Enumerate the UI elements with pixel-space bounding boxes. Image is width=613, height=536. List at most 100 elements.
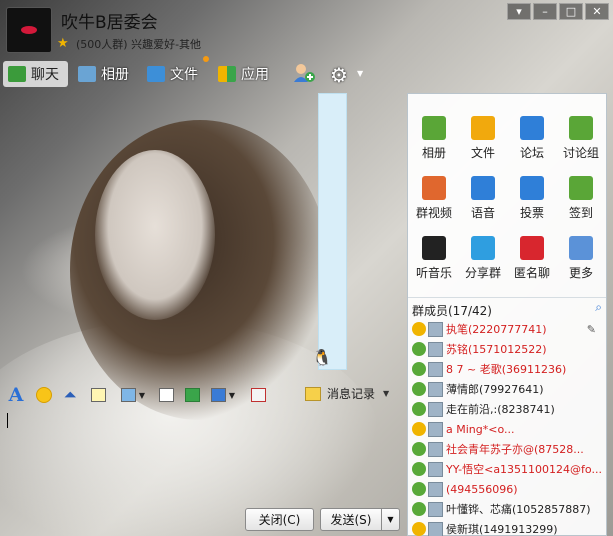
app-forum[interactable]: 论坛	[507, 104, 557, 164]
member-row[interactable]: 苏铭(1571012522)	[408, 339, 606, 359]
member-role-icon	[412, 442, 426, 456]
app-label: 语音	[470, 206, 495, 220]
music-icon[interactable]	[182, 385, 202, 405]
edit-icon[interactable]: ✎	[587, 323, 596, 336]
emoji-icon[interactable]	[34, 385, 54, 405]
member-row[interactable]: 8 7 ~ 老歌(36911236)	[408, 359, 606, 379]
member-row[interactable]: 执笔(2220777741) ✎	[408, 319, 606, 339]
member-avatar	[428, 341, 443, 357]
apps-grid-icon	[218, 66, 236, 82]
invite-member-icon[interactable]	[292, 62, 316, 84]
star-icon: ★	[57, 36, 69, 51]
block-icon[interactable]	[246, 385, 270, 405]
search-icon[interactable]: ⌕	[595, 300, 602, 315]
maximize-icon[interactable]: □	[559, 3, 583, 20]
app-label: 更多	[568, 266, 593, 280]
send-image-icon[interactable]: ▼	[118, 385, 148, 405]
app-video[interactable]: 群视频	[409, 164, 459, 224]
chevron-down-icon[interactable]: ▼	[383, 389, 389, 398]
member-avatar	[428, 521, 443, 536]
member-name: 走在前沿,:(8238741)	[446, 403, 555, 416]
member-name: 社会青年苏子亦@(87528...	[446, 443, 584, 456]
member-avatar	[428, 421, 443, 437]
music-icon	[422, 236, 446, 260]
window-header: 吹牛B居委会 ★ (500人群) 兴趣爱好-其他 ▾ – □ ✕	[0, 0, 613, 58]
group-description: (500人群) 兴趣爱好-其他	[76, 38, 202, 51]
member-name: 8 7 ~ 老歌(36911236)	[446, 363, 567, 376]
group-side-panel: 相册 文件 论坛 讨论组群视频 语音 投票 签到听音乐 分享群 匿名聊 更多 群成员(17/42)…	[407, 93, 607, 536]
vote-icon	[520, 176, 544, 200]
members-title: 群成员(17/42)	[412, 304, 492, 318]
member-list[interactable]: 执笔(2220777741) ✎ 苏铭(1571012522) 8 7 ~ 老歌(36…	[408, 319, 606, 536]
note-icon[interactable]	[156, 385, 176, 405]
app-music[interactable]: 听音乐	[409, 224, 459, 284]
discussion-icon	[569, 116, 593, 140]
member-row[interactable]: 社会青年苏子亦@(87528...	[408, 439, 606, 459]
app-label: 分享群	[464, 266, 501, 280]
app-discussion[interactable]: 讨论组	[556, 104, 606, 164]
send-button[interactable]: 发送(S)	[320, 508, 382, 531]
menu-icon[interactable]: ▾	[507, 3, 531, 20]
member-row[interactable]: a Ming*<o...	[408, 419, 606, 439]
app-label: 论坛	[519, 146, 544, 160]
shake-window-icon[interactable]: ⏶	[60, 385, 80, 405]
chevron-down-icon[interactable]: ▼	[357, 69, 363, 78]
gear-icon[interactable]: ⚙	[330, 63, 348, 87]
member-avatar	[428, 381, 443, 397]
member-row[interactable]: YY-悟空<a1351100124@fo...	[408, 459, 606, 479]
background-photo-face	[95, 150, 215, 320]
member-row[interactable]: 叶懂铧、芯痛(1052857887)	[408, 499, 606, 519]
video-icon	[422, 176, 446, 200]
group-name[interactable]: 吹牛B居委会	[61, 8, 158, 33]
tab-label: 聊天	[31, 67, 59, 83]
member-row[interactable]: 薄情郎(79927641)	[408, 379, 606, 399]
app-vote[interactable]: 投票	[507, 164, 557, 224]
close-button[interactable]: 关闭(C)	[245, 508, 314, 531]
member-role-icon	[412, 382, 426, 396]
group-avatar[interactable]	[6, 7, 52, 53]
members-header: 群成员(17/42) ⌕	[408, 297, 606, 320]
tab-album[interactable]: 相册	[78, 61, 129, 87]
app-label: 听音乐	[415, 266, 452, 280]
member-role-icon	[412, 502, 426, 516]
member-avatar	[428, 401, 443, 417]
message-scrollbar[interactable]	[318, 93, 347, 370]
folder-icon	[471, 116, 495, 140]
app-share[interactable]: 分享群	[458, 224, 508, 284]
doodle-icon[interactable]	[88, 385, 108, 405]
member-row[interactable]: 走在前沿,:(8238741)	[408, 399, 606, 419]
font-icon[interactable]: A	[6, 384, 26, 406]
app-label: 投票	[519, 206, 544, 220]
tab-files[interactable]: 文件	[147, 61, 198, 87]
app-label: 群视频	[415, 206, 452, 220]
screenshot-icon[interactable]: ▼	[208, 385, 238, 405]
app-album[interactable]: 相册	[409, 104, 459, 164]
member-avatar	[428, 501, 443, 517]
tab-apps[interactable]: 应用	[218, 61, 269, 87]
member-avatar	[428, 461, 443, 477]
app-checkin[interactable]: 签到	[556, 164, 606, 224]
message-input[interactable]	[0, 408, 405, 504]
app-folder[interactable]: 文件	[458, 104, 508, 164]
member-role-icon	[412, 522, 426, 536]
app-voice[interactable]: 语音	[458, 164, 508, 224]
member-name: 执笔(2220777741)	[446, 323, 547, 336]
send-options-button[interactable]: ▼	[382, 508, 400, 531]
close-icon[interactable]: ✕	[585, 3, 609, 20]
app-more[interactable]: 更多	[556, 224, 606, 284]
member-row[interactable]: 侯新琪(1491913299)	[408, 519, 606, 536]
member-avatar	[428, 361, 443, 377]
history-button[interactable]: 消息记录 ▼	[305, 385, 389, 402]
minimize-icon[interactable]: –	[533, 3, 557, 20]
member-name: a Ming*<o...	[446, 422, 515, 436]
voice-icon	[471, 176, 495, 200]
member-role-icon	[412, 462, 426, 476]
member-name: 薄情郎(79927641)	[446, 383, 544, 396]
app-anonymous[interactable]: 匿名聊	[507, 224, 557, 284]
chat-icon	[8, 66, 26, 82]
tab-chat[interactable]: 聊天	[3, 61, 68, 87]
member-row[interactable]: (494556096)	[408, 479, 606, 499]
app-label: 签到	[568, 206, 593, 220]
member-avatar	[428, 321, 443, 337]
folder-icon	[147, 66, 165, 82]
